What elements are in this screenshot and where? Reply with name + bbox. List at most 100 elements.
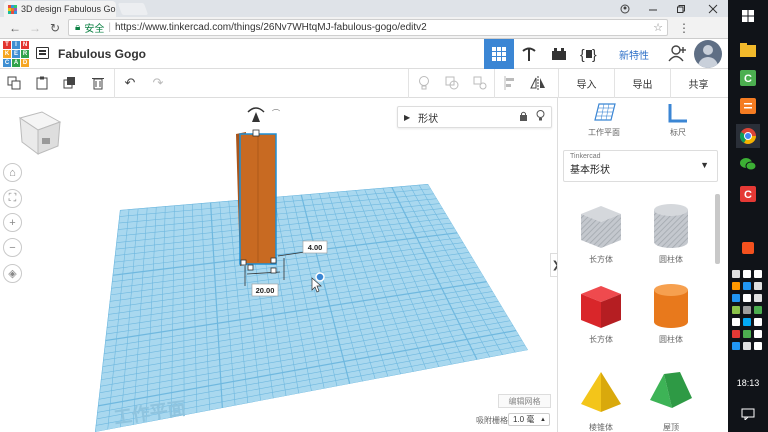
- paste-icon[interactable]: [32, 74, 52, 92]
- tray-icon[interactable]: [754, 270, 762, 278]
- ungroup-icon[interactable]: [470, 74, 490, 92]
- corner-handle[interactable]: [247, 264, 254, 271]
- visibility-bulb-icon[interactable]: [536, 110, 545, 124]
- shape-properties-panel[interactable]: ▶ 形状: [397, 106, 552, 128]
- chrome-icon[interactable]: [736, 124, 760, 148]
- home-view-icon[interactable]: ⌂: [3, 163, 22, 182]
- shape-box[interactable]: 长方体: [566, 280, 636, 345]
- rotate-handle-icon[interactable]: [247, 107, 265, 122]
- tray-icon[interactable]: [743, 330, 751, 338]
- mirror-icon[interactable]: [528, 74, 548, 92]
- perspective-icon[interactable]: ◈: [3, 264, 22, 283]
- tray-icon[interactable]: [754, 282, 762, 290]
- tray-icon[interactable]: [743, 282, 751, 290]
- workplane-tool[interactable]: 工作平面: [574, 102, 634, 138]
- tray-icon[interactable]: [743, 294, 751, 302]
- 3d-workspace[interactable]: 工作平面 ⌒ 4.00 20.00 ⌂ ⛶ + − ◈ ▶ 形状 编辑网格 吸附…: [0, 98, 557, 432]
- camtasia-icon[interactable]: C: [736, 66, 760, 90]
- edit-grid-button[interactable]: 编辑网格: [498, 394, 551, 408]
- view-cube[interactable]: [18, 111, 62, 155]
- width-dimension-value: 20.00: [256, 286, 275, 295]
- back-arrow-icon[interactable]: ←: [8, 21, 22, 35]
- dropdown-caret-icon: ▼: [700, 160, 709, 170]
- orange-tray-app-icon[interactable]: [736, 236, 760, 260]
- notes-app-icon[interactable]: [736, 94, 760, 118]
- light-bulb-icon[interactable]: [414, 74, 434, 92]
- tray-icon[interactable]: [743, 342, 751, 350]
- fit-view-icon[interactable]: ⛶: [3, 189, 22, 208]
- undo-icon[interactable]: ↶: [120, 74, 140, 92]
- minimize-window-icon[interactable]: [640, 0, 666, 17]
- tray-icon[interactable]: [732, 306, 740, 314]
- tray-icon[interactable]: [743, 306, 751, 314]
- bookmark-star-icon[interactable]: ☆: [653, 21, 663, 34]
- snap-grid-select[interactable]: 1.0 毫 ▲: [508, 413, 550, 426]
- expand-arrow-icon[interactable]: ▶: [404, 113, 410, 122]
- tray-icon[interactable]: [732, 318, 740, 326]
- duplicate-icon[interactable]: [60, 74, 80, 92]
- tray-icon[interactable]: [754, 294, 762, 302]
- export-button[interactable]: 导出: [614, 69, 670, 98]
- shape-box-hole[interactable]: 长方体: [566, 200, 636, 265]
- add-user-icon[interactable]: [668, 44, 688, 65]
- zoom-in-icon[interactable]: +: [3, 213, 22, 232]
- new-features-button[interactable]: 新特性: [608, 39, 660, 69]
- grid-view-button[interactable]: [484, 39, 514, 69]
- tray-icon[interactable]: [743, 318, 751, 326]
- import-button[interactable]: 导入: [558, 69, 614, 98]
- group-icon[interactable]: [442, 74, 462, 92]
- bricks-icon[interactable]: [544, 39, 574, 69]
- pickaxe-icon[interactable]: [514, 39, 544, 69]
- share-button[interactable]: 共享: [670, 69, 726, 98]
- tray-icon[interactable]: [732, 330, 740, 338]
- tray-icon[interactable]: [732, 294, 740, 302]
- browser-menu-icon[interactable]: ⋮: [678, 21, 690, 35]
- taskbar-clock[interactable]: 18:13: [728, 378, 768, 388]
- delete-icon[interactable]: [88, 74, 108, 92]
- design-list-icon[interactable]: [36, 47, 49, 59]
- workplane-canvas[interactable]: 工作平面 ⌒ 4.00 20.00: [0, 98, 557, 432]
- tray-icon[interactable]: [732, 270, 740, 278]
- shape-pyramid[interactable]: 棱锥体: [566, 368, 636, 432]
- align-icon[interactable]: [500, 74, 520, 92]
- tray-icon[interactable]: [754, 306, 762, 314]
- shape-cylinder-hole[interactable]: 圆柱体: [636, 200, 706, 265]
- user-avatar[interactable]: [694, 40, 722, 68]
- close-window-icon[interactable]: [700, 0, 726, 17]
- tray-icon[interactable]: [732, 342, 740, 350]
- redo-icon[interactable]: ↷: [148, 74, 168, 92]
- browser-tab[interactable]: 3D design Fabulous Go ×: [4, 1, 116, 17]
- windows-start-icon[interactable]: [736, 4, 760, 28]
- selected-box-shape[interactable]: [236, 132, 277, 266]
- reload-icon[interactable]: ↻: [48, 21, 62, 35]
- profile-icon[interactable]: [612, 0, 638, 17]
- notification-center-icon[interactable]: [736, 402, 760, 426]
- red-app-icon[interactable]: C: [736, 182, 760, 206]
- corner-handle[interactable]: [270, 267, 277, 274]
- code-blocks-icon[interactable]: {}: [574, 39, 604, 69]
- tray-icon[interactable]: [754, 342, 762, 350]
- lock-icon[interactable]: [519, 111, 528, 124]
- tray-icon[interactable]: [754, 330, 762, 338]
- file-explorer-icon[interactable]: [736, 38, 760, 62]
- tinkercad-logo[interactable]: TIN KER CAD: [3, 41, 29, 67]
- copy-icon[interactable]: [4, 74, 24, 92]
- new-tab-button[interactable]: [117, 3, 149, 15]
- tray-icon[interactable]: [743, 270, 751, 278]
- height-handle[interactable]: [252, 129, 260, 137]
- zoom-out-icon[interactable]: −: [3, 238, 22, 257]
- tray-icon[interactable]: [754, 318, 762, 326]
- wechat-icon[interactable]: [736, 152, 760, 176]
- corner-handle[interactable]: [270, 257, 277, 264]
- shape-cylinder[interactable]: 圆柱体: [636, 280, 706, 345]
- forward-arrow-icon[interactable]: →: [28, 21, 42, 35]
- project-title[interactable]: Fabulous Gogo: [58, 47, 146, 61]
- tray-icon[interactable]: [732, 282, 740, 290]
- restore-window-icon[interactable]: [668, 0, 694, 17]
- url-input[interactable]: 🔒︎ 安全 | https://www.tinkercad.com/things…: [68, 19, 668, 36]
- ruler-tool[interactable]: 标尺: [648, 102, 708, 138]
- corner-handle[interactable]: [240, 259, 247, 266]
- shapes-scrollbar[interactable]: [715, 194, 720, 264]
- shape-library-select[interactable]: Tinkercad 基本形状 ▼: [563, 150, 718, 182]
- shape-roof[interactable]: 屋顶: [636, 368, 706, 432]
